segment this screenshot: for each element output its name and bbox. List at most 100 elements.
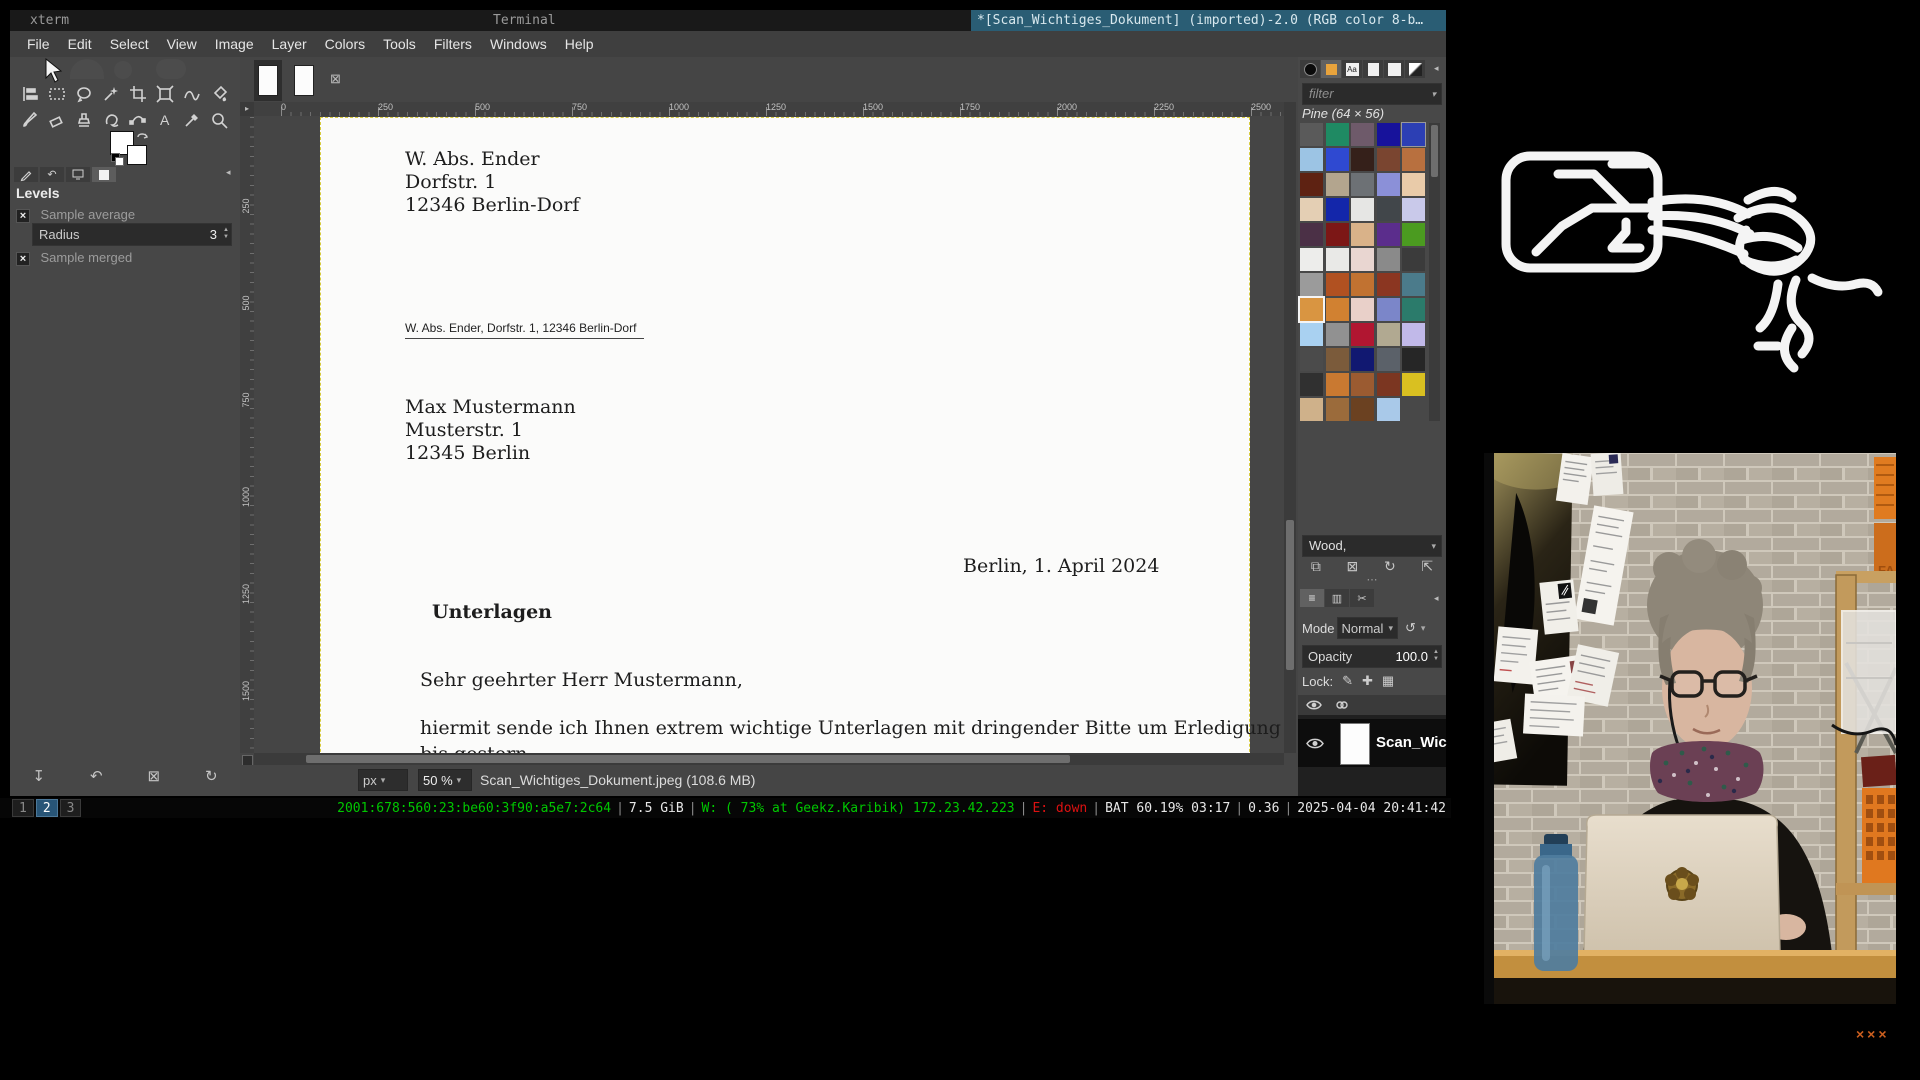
pattern-swatch[interactable] bbox=[1402, 373, 1425, 396]
pattern-scrollbar[interactable] bbox=[1429, 123, 1440, 421]
pattern-swatch[interactable] bbox=[1377, 223, 1400, 246]
menu-windows[interactable]: Windows bbox=[481, 31, 556, 57]
pattern-swatch[interactable] bbox=[1377, 373, 1400, 396]
horizontal-ruler[interactable]: 02505007501000125015001750200022502500 bbox=[254, 102, 1284, 116]
pattern-swatch[interactable] bbox=[1326, 173, 1349, 196]
dock-menu-icon[interactable]: ◂ bbox=[1434, 593, 1439, 604]
menu-filters[interactable]: Filters bbox=[425, 31, 481, 57]
tab-colors[interactable] bbox=[92, 167, 116, 182]
pattern-swatch[interactable] bbox=[1326, 273, 1349, 296]
tab-tool-options[interactable] bbox=[14, 167, 38, 182]
tab-palettes[interactable] bbox=[1363, 60, 1383, 78]
reset-button[interactable]: ↻ bbox=[205, 767, 218, 785]
pattern-swatch[interactable] bbox=[1377, 273, 1400, 296]
menu-tools[interactable]: Tools bbox=[374, 31, 425, 57]
close-image-icon[interactable]: ⊠ bbox=[330, 71, 341, 87]
workspace-button-2[interactable]: 2 bbox=[36, 799, 58, 817]
pattern-swatch[interactable] bbox=[1300, 223, 1323, 246]
image-tab-1[interactable] bbox=[254, 60, 282, 101]
duplicate-pattern-icon[interactable]: ⧉ bbox=[1311, 558, 1321, 575]
rectangle-select-tool[interactable] bbox=[43, 81, 70, 107]
sample-average-row[interactable]: × Sample average bbox=[16, 206, 135, 224]
refresh-patterns-icon[interactable]: ↻ bbox=[1384, 558, 1396, 575]
clone-tool[interactable] bbox=[70, 107, 97, 133]
tab-layers[interactable]: ≡ bbox=[1300, 589, 1324, 607]
mode-reset-icon[interactable]: ↺ bbox=[1405, 620, 1416, 636]
dock-menu-icon[interactable]: ◂ bbox=[226, 167, 231, 178]
pattern-swatch[interactable] bbox=[1326, 123, 1349, 146]
tab-gradients[interactable] bbox=[1405, 60, 1425, 78]
open-pattern-icon[interactable]: ⇱ bbox=[1421, 558, 1433, 575]
layer-visibility-icon[interactable] bbox=[1306, 738, 1324, 749]
horizontal-scrollbar-thumb[interactable] bbox=[306, 755, 1070, 763]
pattern-swatch[interactable] bbox=[1351, 348, 1374, 371]
titlebar-gimp-active[interactable]: *[Scan_Wichtiges_Dokument] (imported)-2.… bbox=[971, 10, 1446, 31]
pattern-swatch[interactable] bbox=[1402, 273, 1425, 296]
layer-thumbnail[interactable] bbox=[1340, 723, 1370, 765]
lock-alpha-icon[interactable]: ▦ bbox=[1382, 673, 1394, 689]
pattern-filter-input[interactable]: filter ▾ bbox=[1302, 83, 1442, 105]
pattern-swatch[interactable] bbox=[1300, 273, 1323, 296]
swap-colors-icon[interactable] bbox=[136, 129, 150, 141]
unit-dropdown[interactable]: px▾ bbox=[358, 769, 408, 791]
lock-pixels-icon[interactable]: ✎ bbox=[1342, 673, 1353, 689]
pattern-swatch[interactable] bbox=[1351, 248, 1374, 271]
warp-tool[interactable] bbox=[178, 81, 205, 107]
pattern-swatch[interactable] bbox=[1377, 398, 1400, 421]
pattern-name-dropdown[interactable]: Wood, ▾ bbox=[1302, 535, 1442, 557]
pattern-swatch[interactable] bbox=[1351, 298, 1374, 321]
mode-options-icon[interactable]: ▾ bbox=[1421, 623, 1426, 634]
pattern-swatch[interactable] bbox=[1402, 323, 1425, 346]
pattern-swatch[interactable] bbox=[1326, 148, 1349, 171]
dock-menu-icon[interactable]: ◂ bbox=[1434, 63, 1439, 74]
align-tool[interactable] bbox=[16, 81, 43, 107]
opacity-value[interactable]: 100.0 bbox=[1395, 646, 1428, 667]
pattern-swatch[interactable] bbox=[1402, 148, 1425, 171]
mode-dropdown[interactable]: Normal▾ bbox=[1337, 617, 1398, 639]
sample-average-checkbox[interactable]: × bbox=[16, 209, 30, 223]
pattern-swatch[interactable] bbox=[1300, 398, 1323, 421]
titlebar-terminal[interactable]: Terminal bbox=[493, 10, 556, 31]
tab-brushes[interactable] bbox=[1300, 60, 1320, 78]
pattern-swatch[interactable] bbox=[1351, 173, 1374, 196]
pattern-swatch[interactable] bbox=[1377, 123, 1400, 146]
tab-fonts[interactable]: Aa bbox=[1342, 60, 1362, 78]
tab-channels[interactable]: ▥ bbox=[1325, 589, 1349, 607]
layer-row[interactable]: Scan_Wic bbox=[1298, 719, 1446, 767]
pattern-swatch[interactable] bbox=[1326, 373, 1349, 396]
pattern-swatch[interactable] bbox=[1351, 373, 1374, 396]
unified-transform-tool[interactable] bbox=[151, 81, 178, 107]
document-page[interactable]: W. Abs. Ender Dorfstr. 1 12346 Berlin-Do… bbox=[320, 117, 1250, 753]
pattern-swatch[interactable] bbox=[1351, 323, 1374, 346]
layer-name[interactable]: Scan_Wic bbox=[1376, 734, 1447, 751]
pattern-swatch[interactable] bbox=[1402, 298, 1425, 321]
tab-device-status[interactable] bbox=[66, 167, 90, 182]
save-preset-button[interactable]: ↧ bbox=[32, 767, 45, 785]
eraser-tool[interactable] bbox=[43, 107, 70, 133]
pattern-swatch[interactable] bbox=[1402, 123, 1425, 146]
tab-undo-history[interactable]: ↶ bbox=[40, 167, 64, 182]
link-column-icon[interactable] bbox=[1336, 699, 1348, 711]
pattern-swatch[interactable] bbox=[1351, 123, 1374, 146]
pattern-swatch[interactable] bbox=[1300, 148, 1323, 171]
menu-layer[interactable]: Layer bbox=[263, 31, 316, 57]
sample-merged-checkbox[interactable]: × bbox=[16, 252, 30, 266]
delete-button[interactable]: ⊠ bbox=[147, 767, 160, 785]
pattern-scrollbar-thumb[interactable] bbox=[1431, 125, 1438, 177]
horizontal-scrollbar[interactable] bbox=[254, 753, 1284, 765]
pattern-swatch[interactable] bbox=[1300, 348, 1323, 371]
dock-overflow-indicator[interactable]: ⋯ bbox=[1298, 575, 1446, 585]
tab-patterns[interactable] bbox=[1321, 60, 1341, 78]
pattern-swatch[interactable] bbox=[1351, 148, 1374, 171]
opacity-slider[interactable]: Opacity 100.0 ▲▼ bbox=[1302, 645, 1442, 668]
pattern-swatch[interactable] bbox=[1377, 298, 1400, 321]
pattern-swatch[interactable] bbox=[1351, 398, 1374, 421]
pattern-swatch[interactable] bbox=[1351, 273, 1374, 296]
menu-select[interactable]: Select bbox=[101, 31, 158, 57]
zoom-dropdown[interactable]: 50 %▾ bbox=[418, 769, 472, 791]
pattern-swatch[interactable] bbox=[1300, 373, 1323, 396]
pattern-swatch[interactable] bbox=[1402, 248, 1425, 271]
pattern-swatch[interactable] bbox=[1402, 198, 1425, 221]
pattern-swatch[interactable] bbox=[1300, 173, 1323, 196]
background-color-swatch[interactable] bbox=[127, 145, 147, 165]
